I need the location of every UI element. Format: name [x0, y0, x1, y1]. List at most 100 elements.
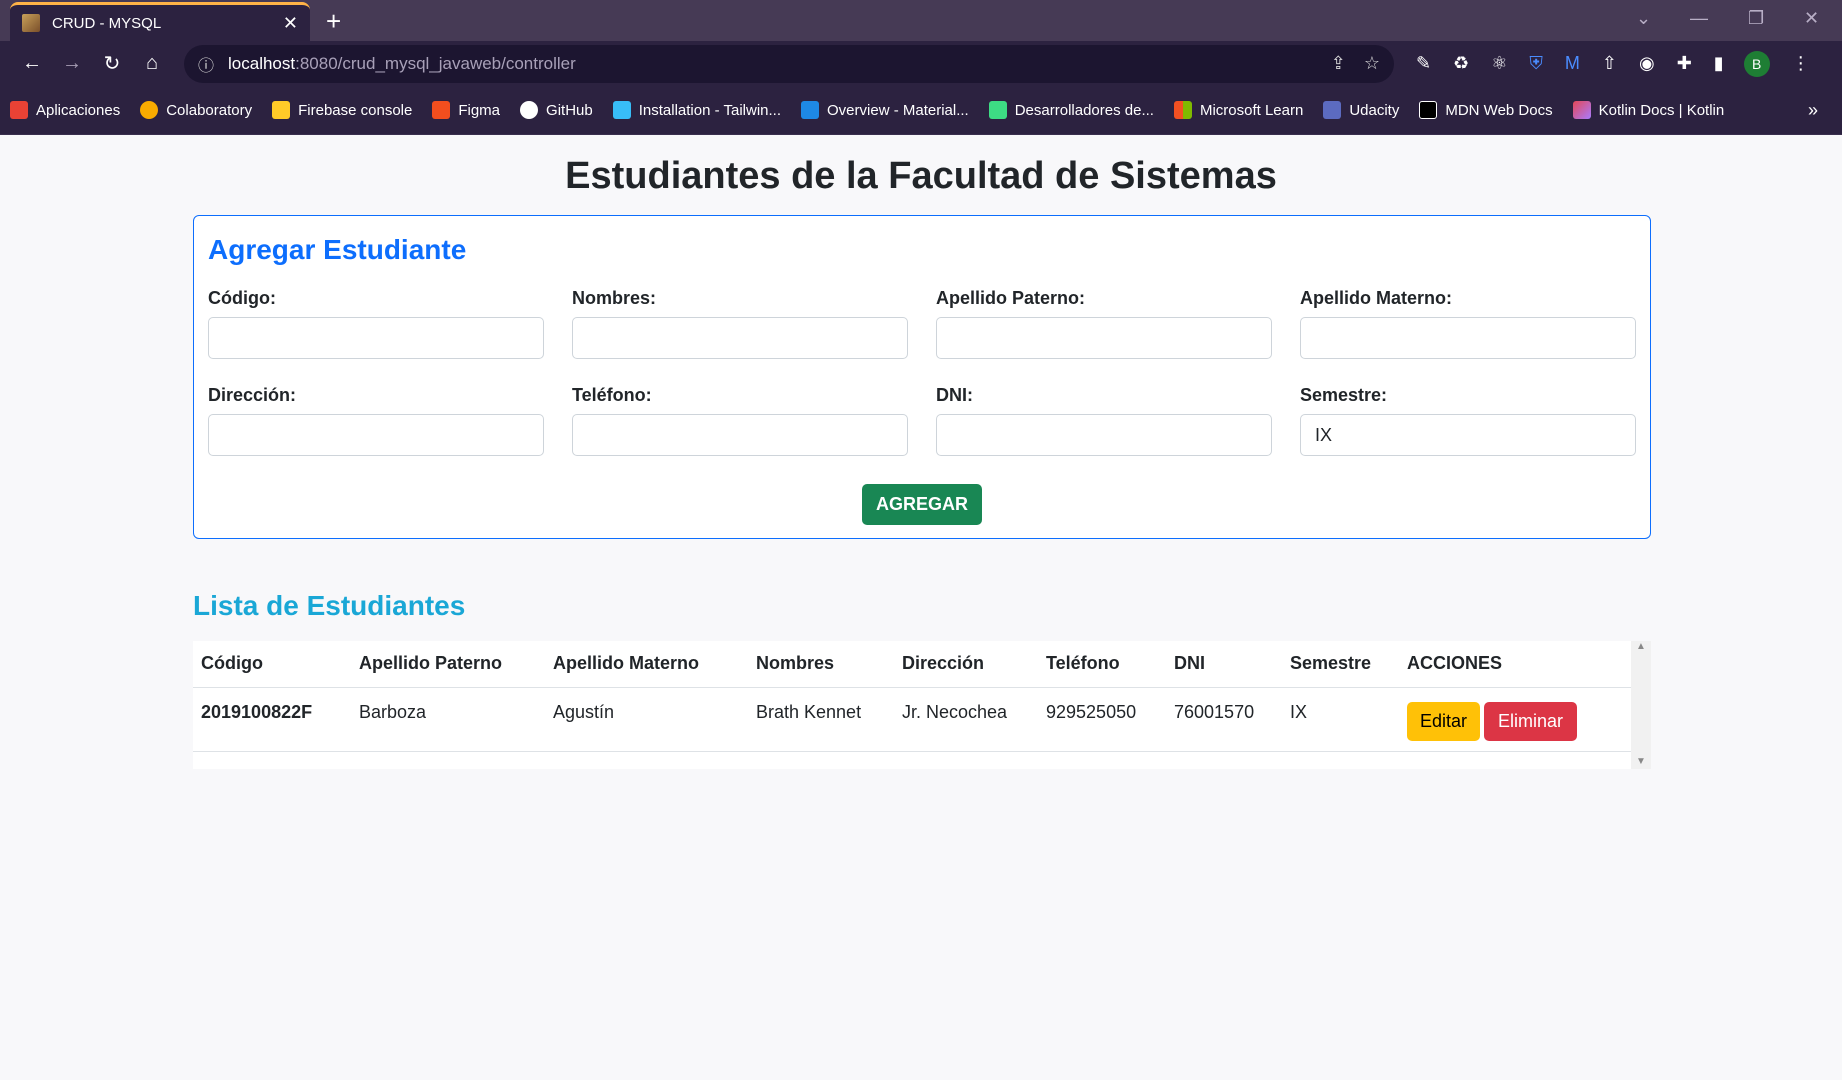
nombres-label: Nombres: — [572, 288, 657, 308]
apps-grid-icon — [10, 101, 28, 119]
android-icon — [988, 101, 1007, 119]
student-table: Código Apellido Paterno Apellido Materno… — [193, 641, 1631, 752]
telefono-label: Teléfono: — [572, 385, 652, 405]
codigo-input[interactable] — [208, 317, 544, 359]
extension-upload-icon[interactable]: ⇧ — [1602, 53, 1617, 74]
field-apellido-materno: Apellido Materno: — [1300, 288, 1636, 359]
more-bookmarks-icon[interactable]: » — [1808, 100, 1818, 121]
bookmark-aplicaciones[interactable]: Aplicaciones — [10, 101, 120, 119]
microsoft-icon — [1173, 101, 1192, 119]
extension-pen-icon[interactable]: ✎ — [1416, 53, 1431, 74]
extension-m-icon[interactable]: M — [1565, 53, 1580, 74]
apellido-paterno-input[interactable] — [936, 317, 1272, 359]
cell-acciones: Editar Eliminar — [1399, 687, 1631, 752]
bookmark-tailwind[interactable]: Installation - Tailwin... — [612, 101, 781, 119]
browser-tabbar: CRUD - MYSQL ✕ + ⌄ — ❐ ✕ — [0, 0, 1842, 41]
profile-avatar[interactable]: B — [1743, 50, 1770, 77]
close-tab-icon[interactable]: ✕ — [283, 13, 298, 34]
home-icon[interactable]: ⌂ — [132, 52, 172, 75]
page-favicon-icon — [22, 14, 40, 32]
column-header-codigo: Código — [193, 641, 351, 688]
apellido-materno-label: Apellido Materno: — [1300, 288, 1452, 308]
apellido-paterno-label: Apellido Paterno: — [936, 288, 1086, 308]
tab-title: CRUD - MYSQL — [52, 14, 162, 32]
cell-telefono: 929525050 — [1038, 687, 1166, 752]
field-telefono: Teléfono: — [572, 385, 908, 456]
extension-recycle-icon[interactable]: ♻ — [1453, 53, 1469, 74]
bookmark-material[interactable]: Overview - Material... — [801, 101, 969, 119]
column-header-direccion: Dirección — [894, 641, 1038, 688]
udacity-icon — [1323, 101, 1342, 119]
field-dni: DNI: — [936, 385, 1272, 456]
minimize-icon[interactable]: — — [1690, 8, 1708, 29]
table-scrollbar[interactable]: ▲ ▼ — [1631, 641, 1651, 769]
menu-kebab-icon[interactable]: ⋮ — [1792, 53, 1810, 74]
dni-input[interactable] — [936, 414, 1272, 456]
add-student-card: Agregar Estudiante Código: Nombres: Apel… — [193, 215, 1651, 539]
site-info-icon[interactable]: ⓘ — [198, 52, 214, 76]
add-student-button[interactable]: AGREGAR — [861, 484, 982, 525]
bookmarks-bar: Aplicaciones Colaboratory Firebase conso… — [0, 86, 1842, 135]
colab-icon — [140, 101, 159, 119]
telefono-input[interactable] — [572, 414, 908, 456]
bookmark-firebase[interactable]: Firebase console — [272, 101, 412, 119]
restore-icon[interactable]: ❐ — [1748, 8, 1764, 29]
bookmark-star-icon[interactable]: ☆ — [1364, 53, 1380, 74]
cell-codigo: 2019100822F — [193, 687, 351, 752]
bookmark-android[interactable]: Desarrolladores de... — [988, 101, 1154, 119]
field-direccion: Dirección: — [208, 385, 544, 456]
column-header-apellido-paterno: Apellido Paterno — [351, 641, 545, 688]
cell-dni: 76001570 — [1166, 687, 1282, 752]
bookmark-microsoft-learn[interactable]: Microsoft Learn — [1173, 101, 1303, 119]
bookmark-udacity[interactable]: Udacity — [1323, 101, 1399, 119]
student-table-container: Código Apellido Paterno Apellido Materno… — [193, 641, 1651, 769]
direccion-input[interactable] — [208, 414, 544, 456]
reload-icon[interactable]: ↻ — [92, 51, 132, 76]
scroll-down-arrow-icon[interactable]: ▼ — [1631, 756, 1651, 767]
cell-nombres: Brath Kennet — [748, 687, 894, 752]
extension-react-icon[interactable]: ⚛ — [1491, 53, 1507, 74]
bookmark-mdn[interactable]: MDN Web Docs — [1419, 101, 1553, 119]
semestre-label: Semestre: — [1300, 385, 1388, 405]
apellido-materno-input[interactable] — [1300, 317, 1636, 359]
semestre-input[interactable] — [1300, 414, 1636, 456]
kotlin-icon — [1572, 101, 1591, 119]
address-bar[interactable]: ⓘ localhost :8080/crud_mysql_javaweb/con… — [184, 44, 1394, 83]
field-apellido-paterno: Apellido Paterno: — [936, 288, 1272, 359]
extension-circle-icon[interactable]: ◉ — [1639, 53, 1655, 74]
form-grid: Código: Nombres: Apellido Paterno: Apell… — [208, 288, 1636, 456]
dni-label: DNI: — [936, 385, 973, 405]
delete-button[interactable]: Eliminar — [1484, 701, 1578, 741]
cell-direccion: Jr. Necochea — [894, 687, 1038, 752]
cell-apellido-paterno: Barboza — [351, 687, 545, 752]
cell-semestre: IX — [1282, 687, 1399, 752]
extensions-puzzle-icon[interactable]: ✚ — [1677, 53, 1692, 74]
field-nombres: Nombres: — [572, 288, 908, 359]
edit-button[interactable]: Editar — [1407, 701, 1481, 741]
url-host: localhost — [228, 53, 296, 73]
mdn-icon — [1419, 101, 1438, 119]
column-header-dni: DNI — [1166, 641, 1282, 688]
bookmark-figma[interactable]: Figma — [432, 101, 500, 119]
extension-shield-icon[interactable]: ⛨ — [1529, 53, 1543, 74]
bookmark-colaboratory[interactable]: Colaboratory — [140, 101, 252, 119]
column-header-apellido-materno: Apellido Materno — [545, 641, 748, 688]
side-panel-icon[interactable]: ▮ — [1714, 53, 1724, 74]
bookmark-kotlin[interactable]: Kotlin Docs | Kotlin — [1572, 101, 1724, 119]
close-window-icon[interactable]: ✕ — [1804, 8, 1819, 29]
share-icon[interactable]: ⇪ — [1331, 53, 1346, 74]
scroll-up-arrow-icon[interactable]: ▲ — [1631, 641, 1651, 652]
field-codigo: Código: — [208, 288, 544, 359]
bookmark-github[interactable]: GitHub — [520, 101, 593, 119]
nombres-input[interactable] — [572, 317, 908, 359]
column-header-acciones: ACCIONES — [1399, 641, 1631, 688]
forward-icon[interactable]: → — [52, 52, 92, 75]
browser-tab[interactable]: CRUD - MYSQL ✕ — [10, 2, 310, 41]
cell-apellido-materno: Agustín — [545, 687, 748, 752]
direccion-label: Dirección: — [208, 385, 297, 405]
firebase-icon — [272, 101, 291, 119]
url-path: :8080/crud_mysql_javaweb/controller — [295, 53, 576, 73]
tab-search-icon[interactable]: ⌄ — [1636, 8, 1651, 29]
new-tab-button[interactable]: + — [326, 6, 341, 36]
back-icon[interactable]: ← — [12, 52, 52, 75]
